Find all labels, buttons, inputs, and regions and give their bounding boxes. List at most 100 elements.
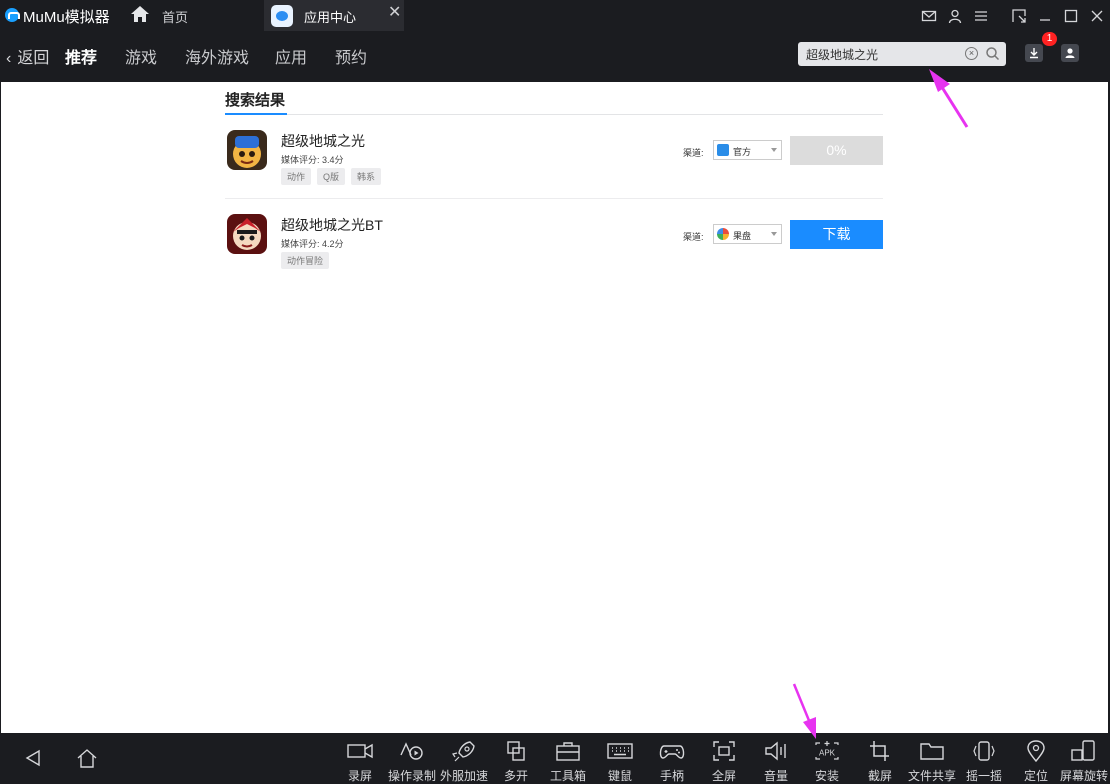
tool-label: 全屏 — [711, 769, 736, 783]
download-progress-button[interactable]: 0% — [790, 136, 883, 165]
app-icon-super-dungeon-bt[interactable] — [227, 214, 267, 254]
channel-value: 官方 — [733, 147, 752, 157]
tag: 韩系 — [351, 168, 382, 185]
channel-value: 果盘 — [733, 231, 752, 241]
account-button[interactable] — [1061, 44, 1079, 62]
user-icon[interactable] — [942, 0, 968, 31]
app-center-content: 搜索结果 超级地城之光 媒体评分: 3.4分 动作 Q版 韩系 渠道: 官方 0… — [1, 82, 1108, 733]
apk-glyph: APK — [819, 749, 836, 758]
channel-label: 渠道: — [683, 148, 704, 158]
tool-keymapping[interactable]: 键鼠 — [594, 733, 646, 784]
tool-label: 音量 — [763, 769, 788, 783]
tool-record-screen[interactable]: 录屏 — [334, 733, 386, 784]
maximize-icon[interactable] — [1058, 0, 1084, 31]
account-icon — [1065, 48, 1075, 58]
official-channel-icon — [717, 144, 729, 156]
nav-bar: ‹ 返回 推荐 游戏 海外游戏 应用 预约 超级地城之光 × 1 — [0, 31, 1110, 74]
divider — [225, 114, 883, 115]
toolbox-icon — [556, 742, 580, 761]
tool-install-apk[interactable]: APK 安装 — [801, 733, 853, 784]
back-label: 返回 — [17, 50, 50, 67]
back-button[interactable]: ‹ 返回 — [6, 44, 49, 68]
mail-icon[interactable] — [916, 0, 942, 31]
section-title: 搜索结果 — [225, 92, 286, 109]
search-input[interactable]: 超级地城之光 × — [798, 42, 1006, 66]
tool-screenshot[interactable]: 截屏 — [854, 733, 906, 784]
tool-gamepad[interactable]: 手柄 — [646, 733, 698, 784]
tool-label: 截屏 — [867, 769, 892, 783]
tag: 动作 — [281, 168, 312, 185]
clear-search-icon[interactable]: × — [965, 47, 978, 60]
multi-window-icon — [507, 741, 525, 761]
search-icon[interactable] — [985, 46, 1000, 61]
rotate-screen-icon — [1071, 740, 1095, 761]
chevron-down-icon — [771, 148, 777, 152]
tool-overseas-accelerator[interactable]: 外服加速 — [438, 733, 490, 784]
nav-tab-games[interactable]: 游戏 — [125, 44, 157, 68]
app-rating: 媒体评分: 4.2分 — [281, 239, 344, 249]
app-rating: 媒体评分: 3.4分 — [281, 155, 344, 165]
app-tags: 动作 Q版 韩系 — [281, 168, 382, 185]
nav-tab-apps[interactable]: 应用 — [275, 44, 307, 68]
macro-record-icon — [400, 742, 423, 760]
menu-icon[interactable] — [968, 0, 994, 31]
tool-file-share[interactable]: 文件共享 — [906, 733, 958, 784]
tab-app-center[interactable]: 应用中心 ✕ — [264, 0, 404, 31]
volume-icon — [765, 741, 786, 761]
app-tags: 动作冒险 — [281, 252, 330, 269]
download-button[interactable]: 下载 — [790, 220, 883, 249]
channel-select[interactable]: 官方 — [713, 140, 782, 160]
mini-mode-icon[interactable] — [1006, 0, 1032, 31]
tool-toolbox[interactable]: 工具箱 — [542, 733, 594, 784]
tab-app-center-label: 应用中心 — [304, 10, 357, 25]
chevron-left-icon: ‹ — [6, 50, 12, 67]
tool-label: 手柄 — [659, 769, 684, 783]
home-icon — [131, 6, 149, 22]
tab-home[interactable]: 首页 — [130, 0, 260, 31]
close-window-icon[interactable] — [1084, 0, 1110, 31]
tab-close-icon[interactable]: ✕ — [388, 5, 401, 21]
android-back-icon[interactable] — [24, 749, 42, 767]
tool-label: 操作录制 — [387, 769, 436, 783]
tool-label: 键鼠 — [607, 769, 632, 783]
tool-label: 摇一摇 — [965, 769, 1002, 783]
tool-location[interactable]: 定位 — [1010, 733, 1062, 784]
download-manager-button[interactable] — [1025, 44, 1043, 62]
title-bar: MuMu模拟器 首页 应用中心 ✕ — [0, 0, 1110, 31]
tag: Q版 — [317, 168, 346, 185]
tool-shake[interactable]: 摇一摇 — [958, 733, 1010, 784]
rocket-icon — [452, 741, 475, 762]
fullscreen-icon — [713, 741, 735, 761]
tool-label: 文件共享 — [907, 769, 956, 783]
tool-rotate-screen[interactable]: 屏幕旋转 — [1058, 733, 1110, 784]
tool-label: 工具箱 — [549, 769, 586, 783]
app-icon-super-dungeon[interactable] — [227, 130, 267, 170]
guopan-channel-icon — [717, 228, 729, 240]
app-name[interactable]: 超级地城之光 — [281, 131, 365, 151]
search-result-item: 超级地城之光BT 媒体评分: 4.2分 动作冒险 渠道: 果盘 下载 — [225, 204, 883, 284]
mumu-logo-icon — [5, 8, 20, 22]
nav-tab-recommend[interactable]: 推荐 — [65, 44, 97, 68]
download-count-badge: 1 — [1042, 32, 1057, 46]
tool-label: 多开 — [503, 769, 528, 783]
download-icon — [1030, 48, 1038, 59]
app-center-icon — [271, 5, 293, 27]
tool-fullscreen[interactable]: 全屏 — [698, 733, 750, 784]
video-camera-icon — [347, 743, 373, 759]
crop-icon — [870, 741, 889, 761]
location-pin-icon — [1027, 740, 1045, 762]
tool-label: 定位 — [1023, 769, 1048, 783]
tool-volume[interactable]: 音量 — [750, 733, 802, 784]
tool-operation-record[interactable]: 操作录制 — [386, 733, 438, 784]
tool-label: 屏幕旋转 — [1059, 769, 1108, 783]
nav-tab-overseas-games[interactable]: 海外游戏 — [185, 44, 249, 68]
app-name[interactable]: 超级地城之光BT — [281, 215, 383, 235]
shake-phone-icon — [973, 741, 995, 761]
nav-tab-reservations[interactable]: 预约 — [335, 44, 367, 68]
android-home-icon[interactable] — [76, 747, 98, 769]
minimize-icon[interactable] — [1032, 0, 1058, 31]
folder-icon — [920, 743, 944, 760]
channel-select[interactable]: 果盘 — [713, 224, 782, 244]
tool-label: 安装 — [814, 769, 839, 783]
tool-multi-instance[interactable]: 多开 — [490, 733, 542, 784]
